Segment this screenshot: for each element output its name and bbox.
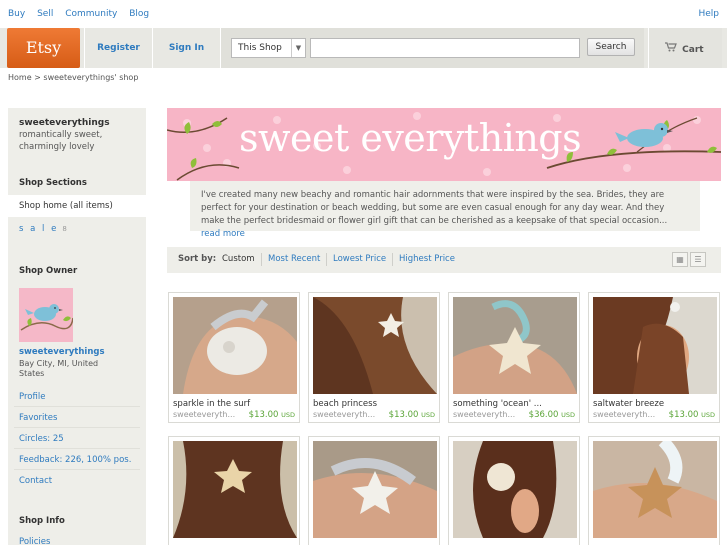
sidebar-link-profile[interactable]: Profile [19,392,139,402]
avatar[interactable] [19,288,73,342]
shop-name: sweeteverythings [19,118,110,128]
section-sale[interactable]: s a l e8 [19,224,67,234]
listing-price: $13.00 USD [389,410,435,420]
divider [392,253,393,266]
grid-view-icon[interactable]: ▦ [672,252,688,267]
owner-name-link[interactable]: sweeteverythings [19,347,105,357]
top-nav: Buy Sell Community Blog Help [8,9,719,21]
listing-card[interactable] [168,436,300,545]
price-value: $13.00 [248,410,279,420]
listing-price: $36.00 USD [529,410,575,420]
announcement-text: I've created many new beachy and romanti… [201,190,668,226]
divider [261,253,262,266]
shop-info-heading: Shop Info [19,516,65,526]
search-button[interactable]: Search [587,38,635,56]
register-button[interactable]: Register [84,28,152,68]
listing-seller[interactable]: sweeteveryth... [173,410,235,419]
signin-button[interactable]: Sign In [152,28,220,68]
listing-image[interactable] [593,441,717,538]
sidebar-link-contact[interactable]: Contact [19,476,139,486]
listing-seller[interactable]: sweeteveryth... [313,410,375,419]
price-currency: USD [561,411,575,419]
listing-card[interactable]: saltwater breeze sweeteveryth... $13.00 … [588,292,720,423]
section-sale-count: 8 [62,225,67,233]
divider [14,406,140,407]
etsy-logo[interactable]: Etsy [7,28,80,68]
listing-card[interactable]: something 'ocean' ... sweeteveryth... $3… [448,292,580,423]
nav-buy-link[interactable]: Buy [8,9,25,19]
listing-price: $13.00 USD [669,410,715,420]
sort-bar: Sort by: Custom Most Recent Lowest Price… [167,247,721,273]
breadcrumb[interactable]: Home > sweeteverythings' shop [8,73,138,82]
search-area: This Shop ▼ Search [220,28,644,68]
shop-tagline: romantically sweet, charmingly lovely [19,130,103,152]
listing-seller[interactable]: sweeteveryth... [593,410,655,419]
listing-title[interactable]: beach princess [313,399,377,409]
divider [326,253,327,266]
listing-image[interactable] [593,297,717,394]
shop-owner-heading: Shop Owner [19,266,78,276]
listing-title[interactable]: something 'ocean' ... [453,399,542,409]
sidebar-link-policies[interactable]: Policies [19,537,139,545]
section-shop-home[interactable]: Shop home (all items) [8,195,146,217]
cart-label: Cart [682,45,704,55]
sidebar-link-favorites[interactable]: Favorites [19,413,139,423]
shop-banner: sweet everythings [167,108,721,181]
listing-price: $13.00 USD [249,410,295,420]
shop-announcement: I've created many new beachy and romanti… [190,181,700,239]
listing-image[interactable] [173,441,297,538]
listing-title[interactable]: sparkle in the surf [173,399,250,409]
listing-title[interactable]: saltwater breeze [593,399,664,409]
search-input[interactable] [310,38,580,58]
divider [14,448,140,449]
price-value: $13.00 [388,410,419,420]
cart-icon [665,28,679,68]
listing-card[interactable] [448,436,580,545]
sort-custom[interactable]: Custom [222,254,255,264]
shop-sections-heading: Shop Sections [19,178,87,188]
listing-card[interactable]: sparkle in the surf sweeteveryth... $13.… [168,292,300,423]
sort-lowest-price[interactable]: Lowest Price [333,254,386,264]
listing-card[interactable]: beach princess sweeteveryth... $13.00 US… [308,292,440,423]
sort-most-recent[interactable]: Most Recent [268,254,320,264]
cart-button[interactable]: Cart [648,28,722,68]
price-currency: USD [701,411,715,419]
nav-blog-link[interactable]: Blog [129,9,149,19]
price-currency: USD [281,411,295,419]
divider [14,469,140,470]
section-sale-label: s a l e [19,224,59,234]
search-scope-select[interactable]: This Shop ▼ [231,38,306,58]
shop-sidebar: sweeteverythings romantically sweet, cha… [8,108,146,545]
search-scope-value: This Shop [238,43,282,53]
listing-card[interactable] [308,436,440,545]
price-value: $36.00 [528,410,559,420]
price-value: $13.00 [668,410,699,420]
listing-card[interactable] [588,436,720,545]
list-view-icon[interactable]: ☰ [690,252,706,267]
listing-image[interactable] [453,297,577,394]
listing-image[interactable] [173,297,297,394]
sidebar-link-feedback[interactable]: Feedback: 226, 100% pos. [19,455,139,465]
read-more-link[interactable]: read more [201,229,245,239]
header-bar: Etsy Register Sign In This Shop ▼ Search… [0,28,727,68]
sidebar-link-circles[interactable]: Circles: 25 [19,434,139,444]
sort-label: Sort by: [178,254,217,264]
chevron-down-icon: ▼ [291,39,305,57]
nav-help-link[interactable]: Help [698,9,719,19]
listing-image[interactable] [313,297,437,394]
listing-image[interactable] [453,441,577,538]
nav-community-link[interactable]: Community [65,9,117,19]
divider [14,427,140,428]
listing-image[interactable] [313,441,437,538]
banner-title: sweet everythings [239,116,582,160]
sort-highest-price[interactable]: Highest Price [399,254,455,264]
owner-location: Bay City, MI, United States [19,359,99,378]
nav-sell-link[interactable]: Sell [37,9,53,19]
listing-seller[interactable]: sweeteveryth... [453,410,515,419]
price-currency: USD [421,411,435,419]
